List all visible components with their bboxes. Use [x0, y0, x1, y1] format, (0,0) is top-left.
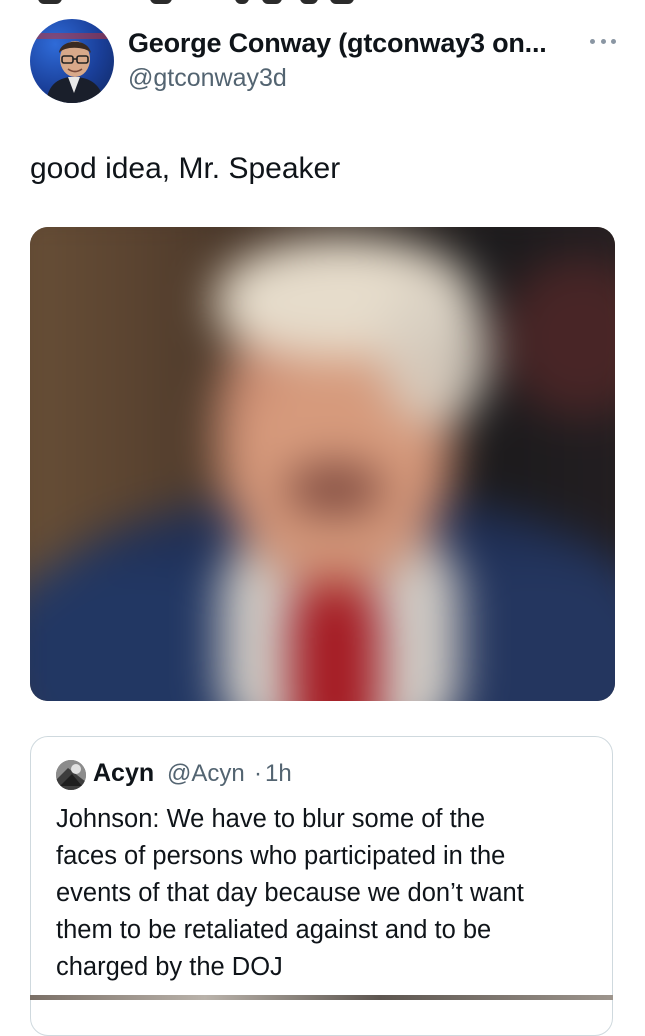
quoted-separator: ·: [254, 760, 262, 787]
previous-content-edge: [0, 0, 645, 8]
quoted-text-line: faces of persons who participated in the: [56, 842, 506, 870]
quoted-media-edge: [30, 995, 613, 1000]
tweet-media-image[interactable]: [30, 227, 615, 701]
author-display-name[interactable]: George Conway (gtconway3 on...: [128, 28, 547, 59]
quoted-text-line: them to be retaliated against and to be: [56, 916, 492, 944]
quoted-timestamp[interactable]: 1h: [265, 760, 292, 788]
quoted-author-avatar[interactable]: [56, 760, 86, 790]
more-horizontal-icon[interactable]: [590, 34, 616, 48]
avatar-portrait-icon: [30, 33, 114, 103]
quoted-author-name[interactable]: Acyn: [93, 759, 154, 788]
author-avatar[interactable]: [30, 19, 114, 103]
quoted-text-line: Johnson: We have to blur some of the: [56, 805, 486, 833]
quoted-author-handle[interactable]: @Acyn: [167, 760, 245, 788]
tweet-text: good idea, Mr. Speaker: [30, 152, 341, 185]
quoted-text-line: charged by the DOJ: [56, 953, 283, 981]
author-handle[interactable]: @gtconway3d: [128, 64, 287, 93]
blurred-photo-icon: [30, 227, 615, 701]
quoted-text-line: events of that day because we don’t want: [56, 879, 524, 907]
quoted-avatar-portrait-icon: [56, 760, 86, 790]
